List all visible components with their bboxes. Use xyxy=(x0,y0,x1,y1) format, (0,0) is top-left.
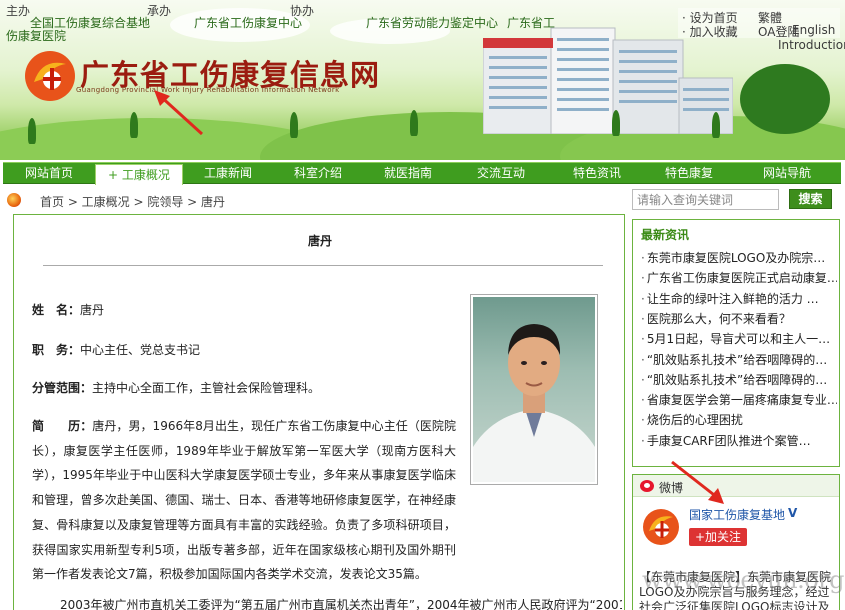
english-link[interactable]: English xyxy=(792,23,835,37)
article-panel: 唐丹 姓 名：唐丹 职 务：中心主任、党总支书记 分管范围：主持中心全面工作，主… xyxy=(13,214,625,610)
news-item[interactable]: 5月1日起，导盲犬可以和主人一… xyxy=(641,330,837,347)
post-value: 中心主任、党总支书记 xyxy=(80,343,201,357)
watermark: www.woeyun.org xyxy=(642,566,845,594)
news-item[interactable]: “肌效贴系扎技术”给吞咽障碍的… xyxy=(641,351,837,368)
weibo-account-link[interactable]: 国家工伤康复基地 xyxy=(689,506,785,523)
site-logo-icon[interactable] xyxy=(22,48,78,104)
search-input[interactable] xyxy=(632,189,779,210)
nav-item[interactable]: 就医指南 xyxy=(363,163,453,183)
weibo-avatar-icon[interactable] xyxy=(641,507,681,547)
post-label: 职 务： xyxy=(32,343,81,357)
name-field: 姓 名：唐丹 xyxy=(32,301,104,318)
news-item[interactable]: 烧伤后的心理困扰 xyxy=(641,411,837,428)
news-item[interactable]: 省康复医学会第一届疼痛康复专业… xyxy=(641,391,837,408)
verified-badge: V xyxy=(788,506,798,520)
plus-icon: + xyxy=(108,168,122,182)
add-favorite-label: 加入收藏 xyxy=(689,25,738,39)
tree-decoration xyxy=(410,110,418,136)
news-item[interactable]: “肌效贴系扎技术”给吞咽障碍的… xyxy=(641,371,837,388)
location-icon xyxy=(7,193,21,207)
nav-item-label: 工康概况 xyxy=(121,168,170,182)
tree-decoration xyxy=(290,112,298,138)
nav-item[interactable]: 工康新闻 xyxy=(183,163,273,183)
latest-news-heading: 最新资讯 xyxy=(641,228,690,242)
co-link[interactable]: 广东省劳动能力鉴定中心 xyxy=(366,17,498,30)
introduction-link[interactable]: Introduction xyxy=(778,38,845,52)
news-item[interactable]: 东莞市康复医院LOGO及办院宗… xyxy=(641,249,837,266)
post-field: 职 务：中心主任、党总支书记 xyxy=(32,341,200,358)
search-button[interactable]: 搜索 xyxy=(789,189,832,209)
weibo-header: 微博 xyxy=(633,475,839,497)
breadcrumb[interactable]: 首页 > 工康概况 > 院领导 > 唐丹 xyxy=(40,193,225,210)
article-title: 唐丹 xyxy=(307,234,332,248)
name-label: 姓 名： xyxy=(32,303,81,317)
tree-decoration xyxy=(28,118,36,144)
weibo-icon xyxy=(640,480,654,492)
weibo-title: 微博 xyxy=(659,481,684,495)
bio-continuation: 2003年被广州市直机关工委评为“第五届广州市直属机关杰出青年”，2004年被广… xyxy=(60,598,622,610)
title-divider xyxy=(43,265,603,266)
bio-label: 简 历： xyxy=(32,419,93,433)
add-favorite-link[interactable]: · 加入收藏 xyxy=(682,23,738,40)
host-label: 主办 xyxy=(6,4,31,18)
site-subtitle: Guangdong Provincial Work Injury Rehabil… xyxy=(76,86,340,94)
top-links: 主办 承办 协办 全国工伤康复综合基地 广东省工伤康复中心 广东省劳动能力鉴定中… xyxy=(6,4,566,43)
organizer-label: 承办 xyxy=(147,4,172,18)
follow-button[interactable]: +加关注 xyxy=(689,528,747,546)
latest-news-panel: 最新资讯 东莞市康复医院LOGO及办院宗… 广东省工伤康复医院正式启动康复… 让生命… xyxy=(632,219,840,467)
tree-decoration xyxy=(740,64,830,134)
bio-text: 唐丹，男，1966年8月出生，现任广东省工伤康复中心主任（医院院长），康复医学主… xyxy=(32,419,456,582)
portrait-figure xyxy=(473,324,595,482)
co2-link-line1[interactable]: 广东省工 xyxy=(507,17,555,30)
news-item[interactable]: 广东省工伤康复医院正式启动康复… xyxy=(641,269,837,286)
duty-field: 分管范围：主持中心全面工作，主管社会保险管理科。 xyxy=(32,379,320,396)
nav-item[interactable]: 特色资讯 xyxy=(549,163,645,183)
tree-decoration xyxy=(612,110,620,136)
nav-item[interactable]: 特色康复 xyxy=(645,163,733,183)
bio-paragraph: 简 历：唐丹，男，1966年8月出生，现任广东省工伤康复中心主任（医院院长），康… xyxy=(32,414,456,587)
main-nav: 网站首页 + 工康概况 工康新闻 科室介绍 就医指南 交流互动 特色资讯 特色康复 网站导航 xyxy=(3,162,841,185)
news-item[interactable]: 让生命的绿叶注入鲜艳的活力 … xyxy=(641,290,837,307)
tree-decoration xyxy=(130,112,138,138)
organizer-link[interactable]: 广东省工伤康复中心 xyxy=(194,17,302,30)
portrait-photo xyxy=(470,294,598,485)
duty-label: 分管范围： xyxy=(32,381,93,395)
nav-item[interactable]: 交流互动 xyxy=(453,163,549,183)
tree-decoration xyxy=(712,112,720,138)
breadcrumb-row: 首页 > 工康概况 > 院领导 > 唐丹 搜索 xyxy=(0,186,845,214)
nav-item[interactable]: + 工康概况 xyxy=(95,164,183,185)
news-item[interactable]: 手康复CARF团队推进个案管… xyxy=(641,432,837,449)
duty-value: 主持中心全面工作，主管社会保险管理科。 xyxy=(92,381,321,395)
news-item[interactable]: 医院那么大，何不来看看？ xyxy=(641,310,837,327)
nav-item[interactable]: 网站首页 xyxy=(3,163,95,183)
nav-item[interactable]: 网站导航 xyxy=(733,163,841,183)
nav-item[interactable]: 科室介绍 xyxy=(273,163,363,183)
name-value: 唐丹 xyxy=(80,303,105,317)
site-banner: 主办 承办 协办 全国工伤康复综合基地 广东省工伤康复中心 广东省劳动能力鉴定中… xyxy=(0,0,845,160)
co2-link-line2[interactable]: 伤康复医院 xyxy=(6,30,66,43)
